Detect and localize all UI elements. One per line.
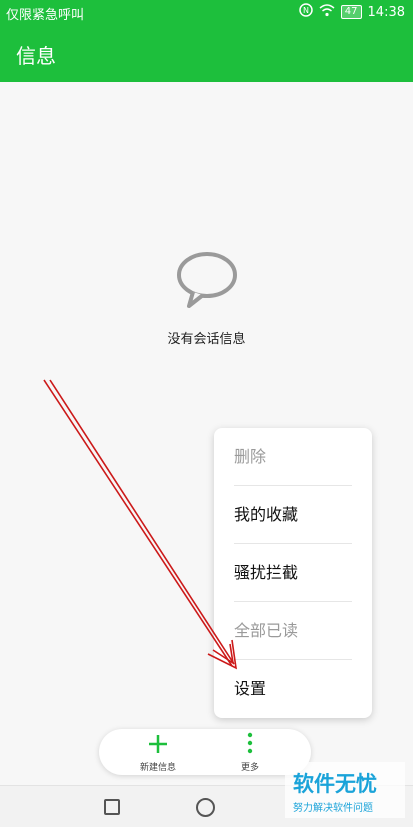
new-message-label: 新建信息 [139, 763, 176, 773]
watermark-title: 软件无忧 [293, 772, 377, 796]
signal-icon: N [299, 3, 313, 21]
home-button[interactable] [196, 798, 215, 817]
menu-item-mark-all-read[interactable]: 全部已读 [234, 602, 352, 660]
page-title: 信息 [16, 44, 56, 68]
bottom-action-bar: 新建信息 更多 [99, 729, 311, 775]
svg-text:N: N [303, 6, 309, 15]
watermark-subtitle: 努力解决软件问题 [293, 803, 373, 814]
menu-item-delete[interactable]: 删除 [234, 428, 352, 486]
battery-icon: 47 [340, 5, 362, 19]
wifi-icon [319, 3, 335, 21]
chat-bubble-icon [0, 250, 413, 310]
app-bar: 信息 [0, 24, 413, 82]
carrier-text: 仅限紧急呼叫 [6, 8, 85, 23]
empty-message: 没有会话信息 [167, 332, 246, 347]
overflow-menu: 删除 我的收藏 骚扰拦截 全部已读 设置 [214, 428, 372, 718]
menu-item-spam-block[interactable]: 骚扰拦截 [234, 544, 352, 602]
empty-state: 没有会话信息 [0, 250, 413, 347]
status-bar: 仅限紧急呼叫 N 47 14:38 [0, 0, 413, 24]
clock-text: 14:38 [367, 4, 405, 20]
recents-button[interactable] [104, 799, 120, 815]
more-button[interactable]: 更多 [205, 729, 295, 775]
status-icons: N 47 14:38 [299, 3, 405, 21]
watermark: 软件无忧 努力解决软件问题 [285, 762, 405, 818]
menu-item-favorites[interactable]: 我的收藏 [234, 486, 352, 544]
menu-item-settings[interactable]: 设置 [234, 660, 352, 718]
new-message-button[interactable]: 新建信息 [113, 729, 203, 775]
more-label: 更多 [240, 763, 259, 773]
